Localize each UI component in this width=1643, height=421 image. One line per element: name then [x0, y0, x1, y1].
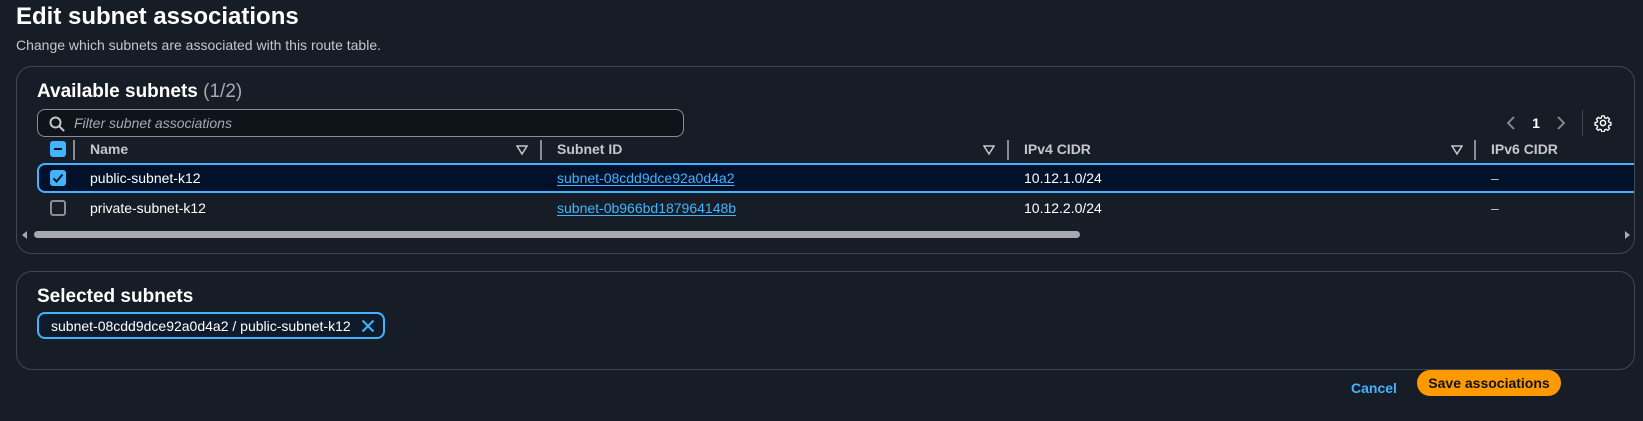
subnet-name: public-subnet-k12 [90, 170, 201, 186]
save-associations-button[interactable]: Save associations [1417, 370, 1561, 396]
column-divider[interactable] [1007, 140, 1009, 160]
table-row[interactable]: public-subnet-k12 subnet-08cdd9dce92a0d4… [37, 163, 1634, 193]
sort-caret-icon[interactable] [1451, 144, 1463, 156]
scroll-left-icon[interactable] [21, 231, 29, 239]
chevron-left-icon [1506, 116, 1515, 130]
page: Edit subnet associations Change which su… [0, 0, 1643, 421]
horizontal-scrollbar[interactable] [17, 229, 1634, 241]
selection-count: (1/2) [203, 81, 243, 102]
column-header-ipv4-cidr[interactable]: IPv4 CIDR [1024, 141, 1091, 157]
subnet-id-link[interactable]: subnet-0b966bd187964148b [557, 200, 736, 216]
selected-subnets-panel: Selected subnets subnet-08cdd9dce92a0d4a… [16, 271, 1635, 370]
token-label: subnet-08cdd9dce92a0d4a2 / public-subnet… [51, 317, 351, 334]
ipv4-cidr: 10.12.2.0/24 [1024, 200, 1102, 216]
select-all-checkbox[interactable] [50, 141, 66, 157]
next-page-button[interactable] [1550, 112, 1572, 134]
filter-box[interactable] [37, 109, 684, 137]
table-row[interactable]: private-subnet-k12 subnet-0b966bd1879641… [37, 193, 1634, 223]
available-subnets-heading: Available subnets (1/2) [37, 81, 242, 103]
previous-page-button[interactable] [1500, 112, 1522, 134]
preferences-button[interactable] [1592, 112, 1614, 134]
pager-divider [1582, 110, 1583, 136]
cancel-button[interactable]: Cancel [1339, 375, 1409, 401]
selected-subnets-title: Selected subnets [37, 286, 194, 307]
table-header: Name Subnet ID IPv4 CIDR IPv6 CIDR [17, 137, 1634, 163]
scrollbar-thumb[interactable] [34, 231, 1080, 238]
subnet-id-link[interactable]: subnet-08cdd9dce92a0d4a2 [557, 170, 735, 186]
filter-input[interactable] [74, 110, 674, 136]
column-header-ipv6-cidr[interactable]: IPv6 CIDR [1491, 141, 1558, 157]
ipv6-cidr: – [1491, 170, 1499, 186]
subnets-table: Name Subnet ID IPv4 CIDR IPv6 CIDR publi… [17, 137, 1634, 237]
available-subnets-panel: Available subnets (1/2) 1 [16, 66, 1635, 254]
sort-caret-icon[interactable] [983, 144, 995, 156]
page-description: Change which subnets are associated with… [16, 37, 381, 53]
available-subnets-title: Available subnets [37, 81, 198, 102]
ipv4-cidr: 10.12.1.0/24 [1024, 170, 1102, 186]
column-header-name[interactable]: Name [90, 141, 128, 157]
page-number[interactable]: 1 [1522, 115, 1550, 131]
column-divider[interactable] [1474, 140, 1476, 160]
selected-subnet-token: subnet-08cdd9dce92a0d4a2 / public-subnet… [37, 312, 385, 339]
row-checkbox[interactable] [50, 170, 66, 186]
close-icon[interactable] [361, 319, 375, 333]
column-divider[interactable] [540, 140, 542, 160]
subnet-name: private-subnet-k12 [90, 200, 206, 216]
column-header-subnet-id[interactable]: Subnet ID [557, 141, 622, 157]
minus-icon [54, 148, 62, 150]
search-icon [49, 116, 65, 132]
column-divider [73, 140, 75, 160]
ipv6-cidr: – [1491, 200, 1499, 216]
page-title: Edit subnet associations [16, 3, 299, 30]
pagination: 1 [1500, 109, 1614, 137]
check-icon [52, 173, 64, 183]
sort-caret-icon[interactable] [516, 144, 528, 156]
chevron-right-icon [1557, 116, 1566, 130]
row-checkbox[interactable] [50, 200, 66, 216]
scroll-right-icon[interactable] [1623, 231, 1631, 239]
gear-icon [1594, 115, 1612, 132]
